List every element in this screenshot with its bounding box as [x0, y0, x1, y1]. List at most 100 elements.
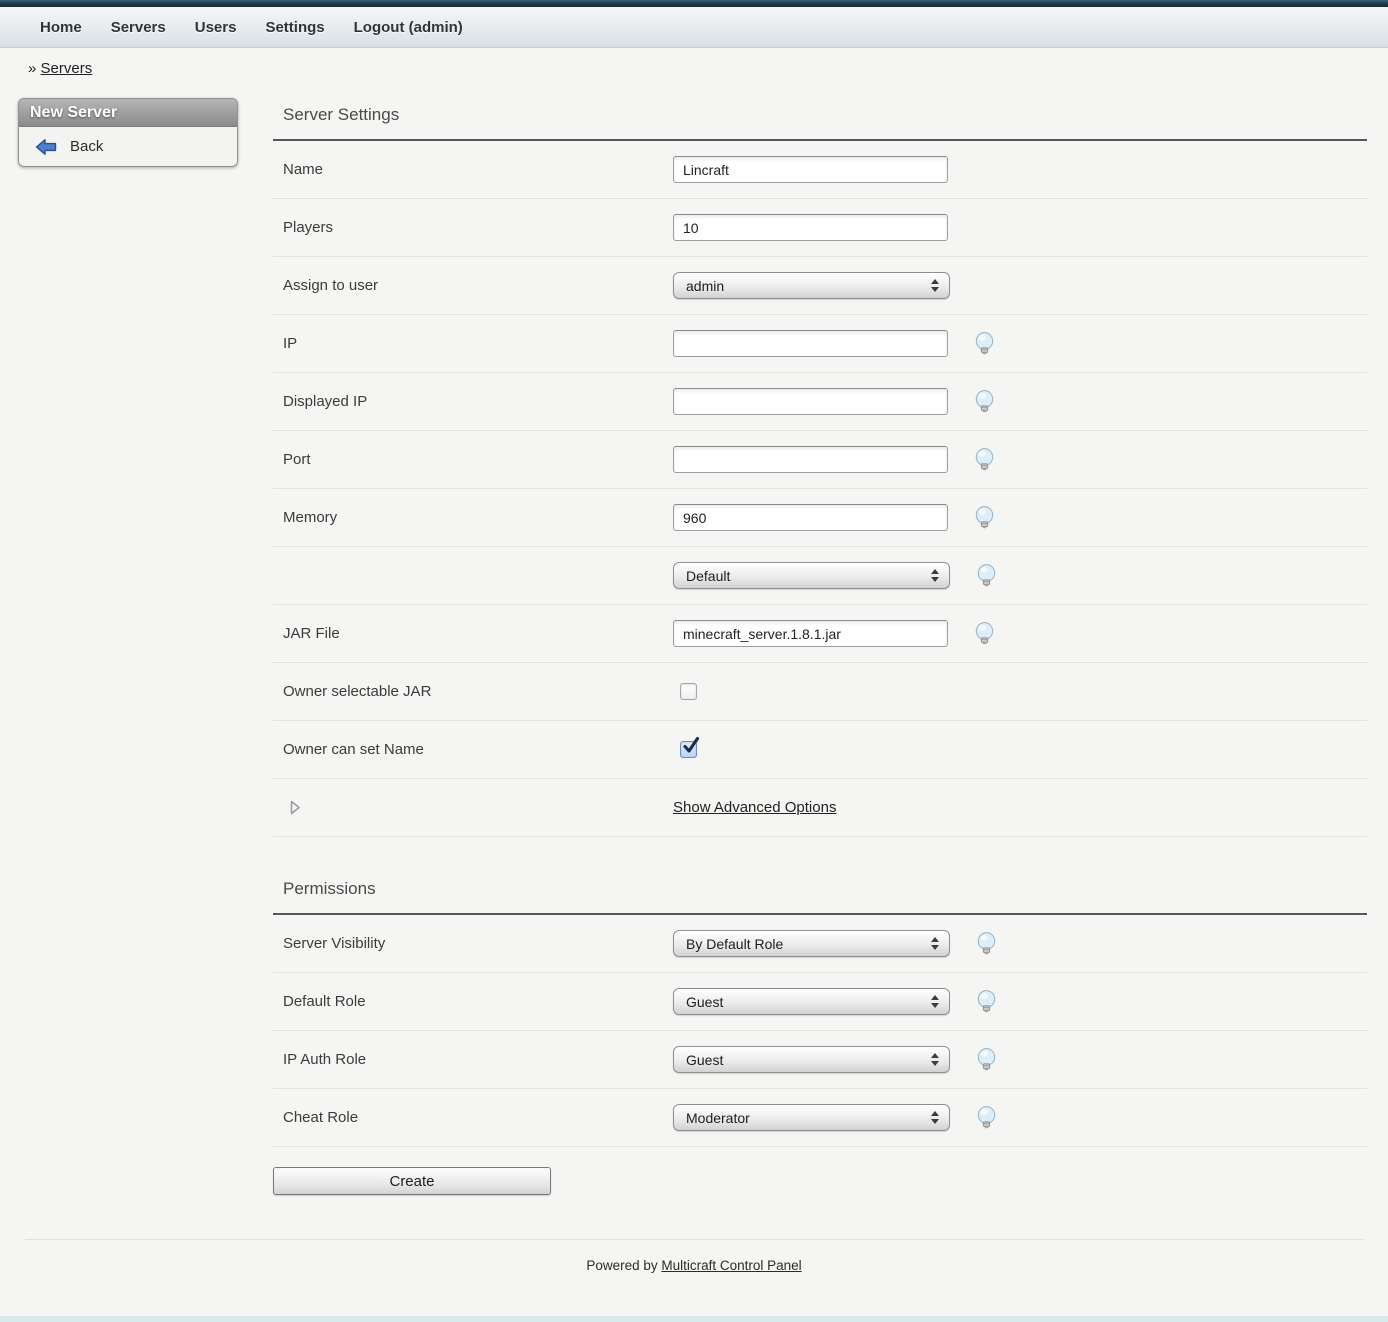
select-stepper-icon [931, 569, 939, 582]
nav-item-users[interactable]: Users [195, 19, 237, 36]
row-control: Show Advanced Options [673, 799, 836, 816]
server-visibility-row: Server VisibilityBy Default Role [273, 915, 1367, 973]
hint-bulb-icon[interactable] [974, 332, 995, 355]
server-settings-heading: Server Settings [273, 79, 1367, 141]
owner-selectable-jar-row: Owner selectable JAR [273, 663, 1367, 721]
field-label: IP [273, 335, 673, 352]
field-label: IP Auth Role [273, 1051, 673, 1068]
hint-bulb-icon[interactable] [976, 932, 997, 955]
hint-bulb-icon[interactable] [974, 506, 995, 529]
expand-arrow-icon [290, 800, 301, 815]
hint-bulb-icon[interactable] [976, 564, 997, 587]
field-label: Assign to user [273, 277, 673, 294]
assign-to-user-row: Assign to useradmin [273, 257, 1367, 315]
owner-selectable-jar-checkbox[interactable] [680, 683, 697, 700]
hint-bulb-icon[interactable] [974, 622, 995, 645]
memory-input[interactable] [673, 504, 948, 531]
field-label: Players [273, 219, 673, 236]
selected-option: Default [674, 568, 730, 584]
breadcrumb-prefix: » [28, 60, 36, 77]
server-settings-form: Name Players Assign to useradmin IP Displaye… [273, 141, 1367, 837]
hint-bulb-icon[interactable] [976, 1106, 997, 1129]
default-select[interactable]: Default [673, 562, 950, 589]
memory-row: Memory [273, 489, 1367, 547]
top-accent-bar [0, 0, 1388, 7]
select-stepper-icon [931, 995, 939, 1008]
row-control: By Default Role [673, 930, 950, 957]
selected-option: Guest [674, 994, 723, 1010]
selected-option: By Default Role [674, 936, 783, 952]
default-role-select[interactable]: Guest [673, 988, 950, 1015]
field-label: Server Visibility [273, 935, 673, 952]
port-input[interactable] [673, 446, 948, 473]
breadcrumb: » Servers [28, 60, 1388, 79]
players-input[interactable] [673, 214, 948, 241]
jar-file-input[interactable] [673, 620, 948, 647]
default-row: Default [273, 547, 1367, 605]
powered-by-text: Powered by [586, 1258, 657, 1273]
hint-bulb-icon[interactable] [974, 448, 995, 471]
row-control: admin [673, 272, 950, 299]
name-row: Name [273, 141, 1367, 199]
displayed-ip-input[interactable] [673, 388, 948, 415]
sidebar-item-back[interactable]: Back [19, 127, 237, 166]
field-label: Cheat Role [273, 1109, 673, 1126]
displayed-ip-row: Displayed IP [273, 373, 1367, 431]
sidebar-menu: New Server Back [18, 98, 238, 167]
name-input[interactable] [673, 156, 948, 183]
row-control [673, 741, 697, 758]
row-control [673, 214, 948, 241]
select-stepper-icon [931, 279, 939, 292]
bottom-accent-bar [0, 1316, 1388, 1322]
ip-auth-role-row: IP Auth RoleGuest [273, 1031, 1367, 1089]
row-control [673, 446, 948, 473]
show-advanced-options-link[interactable]: Show Advanced Options [673, 799, 836, 816]
field-label: Owner can set Name [273, 741, 673, 758]
row-control: Guest [673, 1046, 950, 1073]
selected-option: Guest [674, 1052, 723, 1068]
cheat-role-select[interactable]: Moderator [673, 1104, 950, 1131]
nav-item-logout-admin[interactable]: Logout (admin) [354, 19, 463, 36]
footer: Powered by Multicraft Control Panel [0, 1258, 1388, 1301]
hint-bulb-icon[interactable] [976, 990, 997, 1013]
select-stepper-icon [931, 937, 939, 950]
main-panel: Server Settings Name Players Assign to use… [273, 79, 1367, 1239]
sidebar-title: New Server [19, 99, 237, 127]
server-visibility-select[interactable]: By Default Role [673, 930, 950, 957]
permissions-heading: Permissions [273, 837, 1367, 915]
nav-item-servers[interactable]: Servers [111, 19, 166, 36]
field-label: Name [273, 161, 673, 178]
ip-row: IP [273, 315, 1367, 373]
jar-file-row: JAR File [273, 605, 1367, 663]
hint-bulb-icon[interactable] [976, 1048, 997, 1071]
field-label: JAR File [273, 625, 673, 642]
assign-to-user-select[interactable]: admin [673, 272, 950, 299]
row-control [673, 156, 948, 183]
nav-item-home[interactable]: Home [40, 19, 82, 36]
owner-can-set-name-checkbox[interactable] [680, 741, 697, 758]
field-label: Default Role [273, 993, 673, 1010]
row-control: Moderator [673, 1104, 950, 1131]
field-label [273, 800, 673, 815]
selected-option: Moderator [674, 1110, 750, 1126]
nav-item-settings[interactable]: Settings [265, 19, 324, 36]
breadcrumb-servers-link[interactable]: Servers [41, 60, 93, 77]
ip-input[interactable] [673, 330, 948, 357]
field-label: Displayed IP [273, 393, 673, 410]
selected-option: admin [674, 278, 724, 294]
main-navigation: Home Servers Users Settings Logout (admin) [0, 7, 1388, 48]
multicraft-link[interactable]: Multicraft Control Panel [661, 1258, 801, 1273]
owner-can-set-name-row: Owner can set Name [273, 721, 1367, 779]
row-control [673, 504, 948, 531]
create-button[interactable]: Create [273, 1167, 551, 1195]
permissions-form: Server VisibilityBy Default Role Default … [273, 915, 1367, 1147]
hint-bulb-icon[interactable] [974, 390, 995, 413]
select-stepper-icon [931, 1053, 939, 1066]
back-arrow-icon [34, 138, 58, 156]
footer-divider [25, 1239, 1363, 1240]
field-label: Memory [273, 509, 673, 526]
row-control [673, 620, 948, 647]
row-control [673, 330, 948, 357]
ip-auth-role-select[interactable]: Guest [673, 1046, 950, 1073]
row-control: Guest [673, 988, 950, 1015]
